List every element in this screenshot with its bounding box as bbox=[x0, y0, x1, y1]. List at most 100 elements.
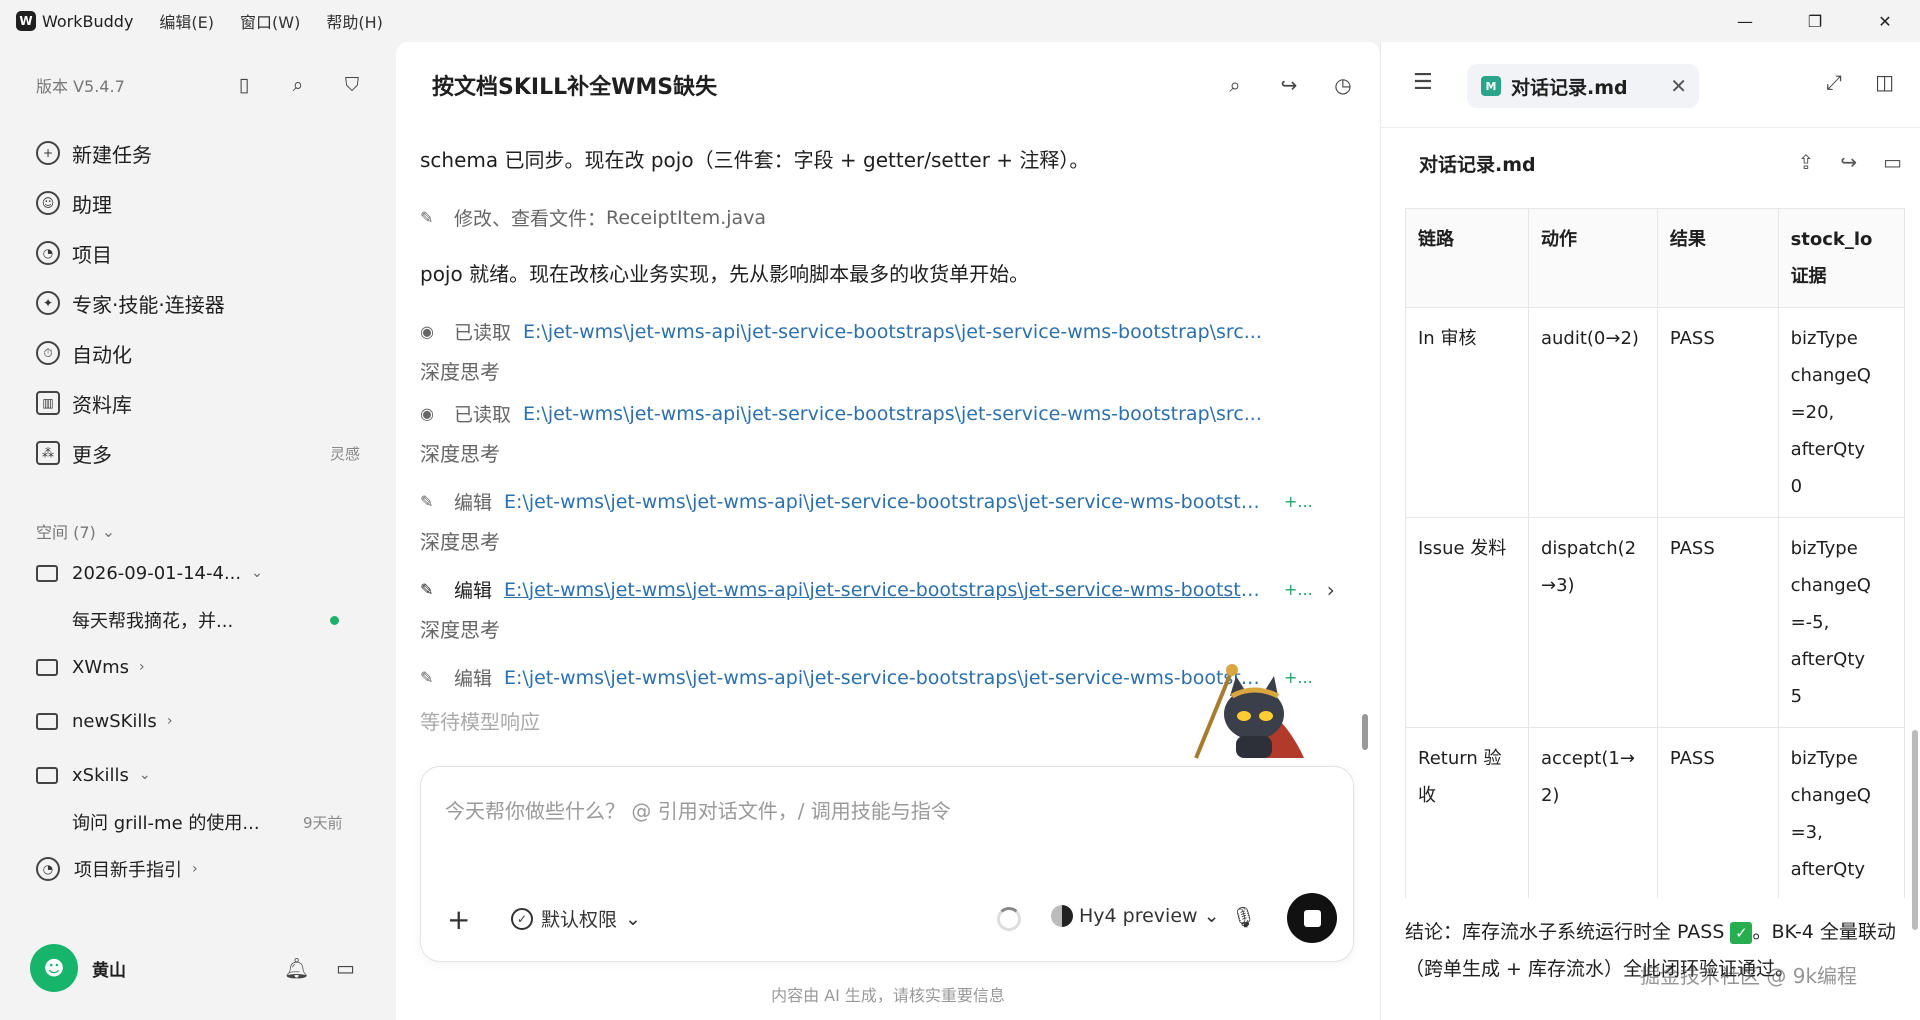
op-path-link[interactable]: E:\jet-wms\jet-wms-api\jet-service-boots… bbox=[523, 321, 1262, 343]
folder-label: 2026-09-01-14-4... bbox=[72, 562, 242, 584]
maximize-button[interactable]: ❐ bbox=[1780, 0, 1850, 42]
title-bar: W WorkBuddy 编辑(E) 窗口(W) 帮助(H) — ❐ ✕ bbox=[0, 0, 1920, 42]
chat-input[interactable] bbox=[445, 799, 1325, 823]
model-icon bbox=[1051, 905, 1073, 927]
filter-icon[interactable]: ⛉ bbox=[340, 73, 364, 97]
eye-icon: ◉ bbox=[420, 322, 434, 341]
chat-panel: 按文档SKILL补全WMS缺失 ⌕ ↪ ◷ schema 已同步。现在改 poj… bbox=[396, 42, 1380, 1020]
share-icon[interactable]: ↪ bbox=[1840, 150, 1857, 174]
table-cell: Issue 发料 bbox=[1405, 517, 1529, 728]
folder-icon bbox=[36, 712, 58, 730]
new-task-icon: + bbox=[36, 141, 60, 165]
menu-window[interactable]: 窗口(W) bbox=[240, 9, 300, 33]
menu-help[interactable]: 帮助(H) bbox=[326, 9, 383, 33]
folder-icon bbox=[36, 658, 58, 676]
close-icon[interactable]: ✕ bbox=[1670, 74, 1687, 98]
deep-thinking-label[interactable]: 深度思考 bbox=[420, 356, 500, 385]
menu-list-icon[interactable]: ☰ bbox=[1413, 70, 1433, 95]
op-path-link[interactable]: E:\jet-wms\jet-wms\jet-wms-api\jet-servi… bbox=[504, 579, 1264, 601]
expand-icon[interactable]: ⤢ bbox=[1826, 70, 1842, 94]
bell-icon[interactable]: 🔔︎ bbox=[284, 956, 309, 980]
space-header[interactable]: 空间 (7) ⌄ bbox=[0, 516, 396, 546]
history-icon[interactable]: ◷ bbox=[1330, 72, 1356, 98]
composer: + ✓ 默认权限 ⌄ Hy4 preview ⌄ 🎙︎ bbox=[420, 766, 1354, 962]
file-operation[interactable]: ✎ 编辑 E:\jet-wms\jet-wms\jet-wms-api\jet-… bbox=[420, 664, 1313, 691]
app-name: WorkBuddy bbox=[42, 11, 134, 31]
microphone-icon[interactable]: 🎙︎ bbox=[1231, 905, 1256, 929]
file-operation[interactable]: ✎ 编辑 E:\jet-wms\jet-wms\jet-wms-api\jet-… bbox=[420, 488, 1313, 515]
watermark: 掘金技术社区 @ 9k编程 bbox=[1640, 964, 1858, 988]
tab-file[interactable]: M 对话记录.md ✕ bbox=[1467, 64, 1699, 108]
sidebar-toggle-icon[interactable]: ▯ bbox=[232, 73, 256, 97]
share-icon[interactable]: ↪ bbox=[1276, 72, 1302, 98]
expert-icon: ✦ bbox=[36, 291, 60, 315]
file-operation[interactable]: ◉ 已读取 E:\jet-wms\jet-wms-api\jet-service… bbox=[420, 318, 1262, 345]
table-cell: bizType changeQ =20, afterQty 0 bbox=[1777, 307, 1905, 518]
add-attachment-button[interactable]: + bbox=[447, 903, 470, 936]
permission-dropdown[interactable]: ✓ 默认权限 ⌄ bbox=[511, 905, 641, 932]
app-logo: W WorkBuddy bbox=[16, 11, 133, 31]
file-operation[interactable]: ✎ 修改、查看文件： ReceiptItem.java bbox=[420, 204, 778, 231]
folder-item[interactable]: XWms › bbox=[0, 640, 396, 694]
table-header: stock_lo 证据 bbox=[1777, 208, 1905, 308]
search-icon[interactable]: ⌕ bbox=[286, 73, 310, 97]
status-dot bbox=[330, 615, 339, 625]
model-selector[interactable]: Hy4 preview ⌄ bbox=[1051, 905, 1219, 927]
sidebar-item-new-task[interactable]: + 新建任务 bbox=[0, 128, 396, 178]
shield-check-icon: ✓ bbox=[511, 907, 533, 930]
op-verb: 已读取 bbox=[454, 322, 512, 344]
menu-edit[interactable]: 编辑(E) bbox=[159, 9, 214, 33]
panel-toggle-icon[interactable]: ◫ bbox=[1875, 70, 1894, 94]
assistant-icon: ☺ bbox=[36, 191, 60, 215]
chevron-right-icon: › bbox=[166, 713, 173, 729]
op-path-link[interactable]: E:\jet-wms\jet-wms\jet-wms-api\jet-servi… bbox=[504, 491, 1264, 513]
sidebar-item-automation[interactable]: ⏱ 自动化 bbox=[0, 328, 396, 378]
pencil-icon: ✎ bbox=[420, 208, 434, 227]
folder-item[interactable]: xSkills ⌄ bbox=[0, 748, 396, 802]
sidebar-item-library[interactable]: ▥ 资料库 bbox=[0, 378, 396, 428]
deep-thinking-label[interactable]: 深度思考 bbox=[420, 614, 500, 643]
sidebar-item-project[interactable]: ◔ 项目 bbox=[0, 228, 396, 278]
user-name: 黄山 bbox=[92, 960, 126, 981]
sidebar-item-assistant[interactable]: ☺ 助理 bbox=[0, 178, 396, 228]
task-label: 每天帮我摘花，并... bbox=[72, 611, 234, 632]
chat-title: 按文档SKILL补全WMS缺失 bbox=[432, 75, 718, 100]
avatar[interactable]: ☻ bbox=[30, 944, 78, 992]
table-cell: PASS bbox=[1656, 517, 1779, 728]
device-icon[interactable]: ▭ bbox=[336, 956, 355, 980]
sidebar-item-label: 助理 bbox=[72, 192, 112, 217]
file-operation[interactable]: ✎ 编辑 E:\jet-wms\jet-wms\jet-wms-api\jet-… bbox=[420, 576, 1335, 603]
close-window-button[interactable]: ✕ bbox=[1850, 0, 1920, 42]
sidebar-item-guide[interactable]: ◔ 项目新手指引 › bbox=[0, 842, 396, 896]
sidebar-item-more[interactable]: ⁂ 更多 灵感 bbox=[0, 428, 396, 478]
sidebar: 版本 V5.4.7 ▯ ⌕ ⛉ + 新建任务 ☺ 助理 ◔ 项目 ✦ 专家·技能… bbox=[0, 42, 396, 1020]
document-title: 对话记录.md bbox=[1419, 153, 1536, 176]
space-header-label: 空间 (7) bbox=[36, 523, 96, 542]
document-scrollbar[interactable] bbox=[1912, 730, 1918, 930]
task-item[interactable]: 每天帮我摘花，并... bbox=[0, 600, 396, 640]
deep-thinking-label[interactable]: 深度思考 bbox=[420, 438, 500, 467]
chat-scrollbar[interactable] bbox=[1362, 714, 1368, 750]
folder-icon[interactable]: ▭ bbox=[1883, 150, 1902, 174]
table-cell: bizType changeQ =3, afterQty bbox=[1777, 727, 1905, 898]
result-table-container[interactable]: 链路 动作 结果 stock_lo 证据 In 审核 audit(0→2) PA… bbox=[1405, 208, 1905, 898]
folder-item[interactable]: newSKills › bbox=[0, 694, 396, 748]
file-operation[interactable]: ◉ 已读取 E:\jet-wms\jet-wms-api\jet-service… bbox=[420, 400, 1262, 427]
folder-label: xSkills bbox=[72, 764, 129, 786]
stop-button[interactable] bbox=[1287, 893, 1337, 943]
minimize-button[interactable]: — bbox=[1710, 0, 1780, 42]
sidebar-item-label: 项目 bbox=[72, 242, 112, 267]
task-item[interactable]: 询问 grill-me 的使用... 9天前 bbox=[0, 802, 396, 842]
inspiration-label[interactable]: 灵感 bbox=[330, 443, 360, 464]
model-label: Hy4 preview bbox=[1079, 905, 1198, 927]
op-path-link[interactable]: E:\jet-wms\jet-wms\jet-wms-api\jet-servi… bbox=[504, 667, 1264, 689]
sidebar-item-expert[interactable]: ✦ 专家·技能·连接器 bbox=[0, 278, 396, 328]
search-icon[interactable]: ⌕ bbox=[1222, 72, 1248, 98]
task-label: 询问 grill-me 的使用... bbox=[72, 813, 260, 834]
folder-item[interactable]: 2026-09-01-14-4... ⌄ bbox=[0, 546, 396, 600]
upload-icon[interactable]: ⇪ bbox=[1798, 150, 1815, 174]
op-path-link[interactable]: E:\jet-wms\jet-wms-api\jet-service-boots… bbox=[523, 403, 1262, 425]
chevron-right-icon[interactable]: › bbox=[1327, 578, 1335, 602]
deep-thinking-label[interactable]: 深度思考 bbox=[420, 526, 500, 555]
table-cell: audit(0→2) bbox=[1527, 307, 1658, 518]
